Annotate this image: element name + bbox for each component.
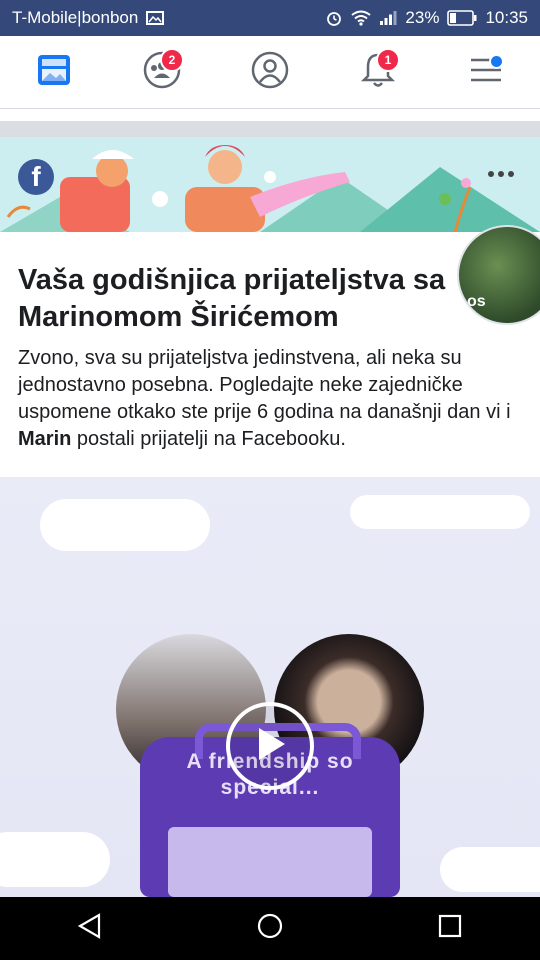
cloud-decoration bbox=[350, 495, 530, 529]
recents-button[interactable] bbox=[420, 904, 480, 954]
more-options-button[interactable] bbox=[488, 171, 514, 177]
hikers-illustration bbox=[0, 145, 540, 232]
card-description: Zvono, sva su prijateljstva jedinstvena,… bbox=[18, 345, 523, 453]
menu-notification-dot bbox=[489, 54, 504, 69]
cloud-decoration bbox=[40, 499, 210, 551]
play-icon bbox=[253, 725, 287, 768]
home-icon bbox=[256, 912, 284, 945]
wifi-icon bbox=[351, 10, 372, 26]
play-button[interactable] bbox=[226, 702, 314, 790]
profile-icon bbox=[251, 51, 289, 94]
carrier-name: T-Mobile|bonbon bbox=[12, 8, 139, 27]
friendship-video[interactable]: A friendship so special... bbox=[0, 477, 540, 897]
friends-badge: 2 bbox=[160, 48, 184, 72]
description-text-end: postali prijatelji na Facebooku. bbox=[71, 428, 346, 450]
cloud-decoration bbox=[0, 832, 110, 887]
alarm-icon bbox=[325, 9, 343, 27]
feed-divider bbox=[0, 121, 540, 137]
more-dot-icon bbox=[498, 171, 504, 177]
bench-graphic bbox=[168, 827, 372, 897]
top-navigation: 2 1 bbox=[0, 36, 540, 109]
recents-icon bbox=[438, 914, 462, 943]
back-button[interactable] bbox=[60, 904, 120, 954]
image-notification-icon bbox=[146, 11, 165, 25]
friendship-banner: f bbox=[0, 137, 540, 232]
menu-tab[interactable] bbox=[456, 42, 516, 102]
friend-name-link[interactable]: Marin bbox=[18, 428, 71, 450]
cloud-decoration bbox=[440, 847, 540, 892]
notifications-badge: 1 bbox=[376, 48, 400, 72]
game-thumbnail-text: os bbox=[467, 293, 486, 310]
status-bar: T-Mobile|bonbon 23% 10:35 bbox=[0, 0, 540, 36]
facebook-logo-icon: f bbox=[18, 159, 54, 195]
separator bbox=[0, 109, 540, 121]
system-navigation-bar bbox=[0, 897, 540, 960]
news-feed-tab[interactable] bbox=[24, 42, 84, 102]
card-title: Vaša godišnjica prijateljstva sa Marinom… bbox=[18, 264, 446, 333]
more-dot-icon bbox=[488, 171, 494, 177]
signal-icon bbox=[379, 10, 397, 26]
battery-percent: 23% bbox=[405, 8, 440, 27]
notifications-tab[interactable]: 1 bbox=[348, 42, 408, 102]
description-text: Zvono, sva su prijateljstva jedinstvena,… bbox=[18, 347, 511, 423]
clock: 10:35 bbox=[485, 8, 528, 27]
back-icon bbox=[77, 913, 103, 944]
more-dot-icon bbox=[508, 171, 514, 177]
friends-tab[interactable]: 2 bbox=[132, 42, 192, 102]
home-button[interactable] bbox=[240, 904, 300, 954]
profile-tab[interactable] bbox=[240, 42, 300, 102]
game-thumbnail[interactable]: os bbox=[457, 225, 540, 325]
news-feed-icon bbox=[36, 53, 72, 92]
battery-icon bbox=[447, 10, 477, 26]
